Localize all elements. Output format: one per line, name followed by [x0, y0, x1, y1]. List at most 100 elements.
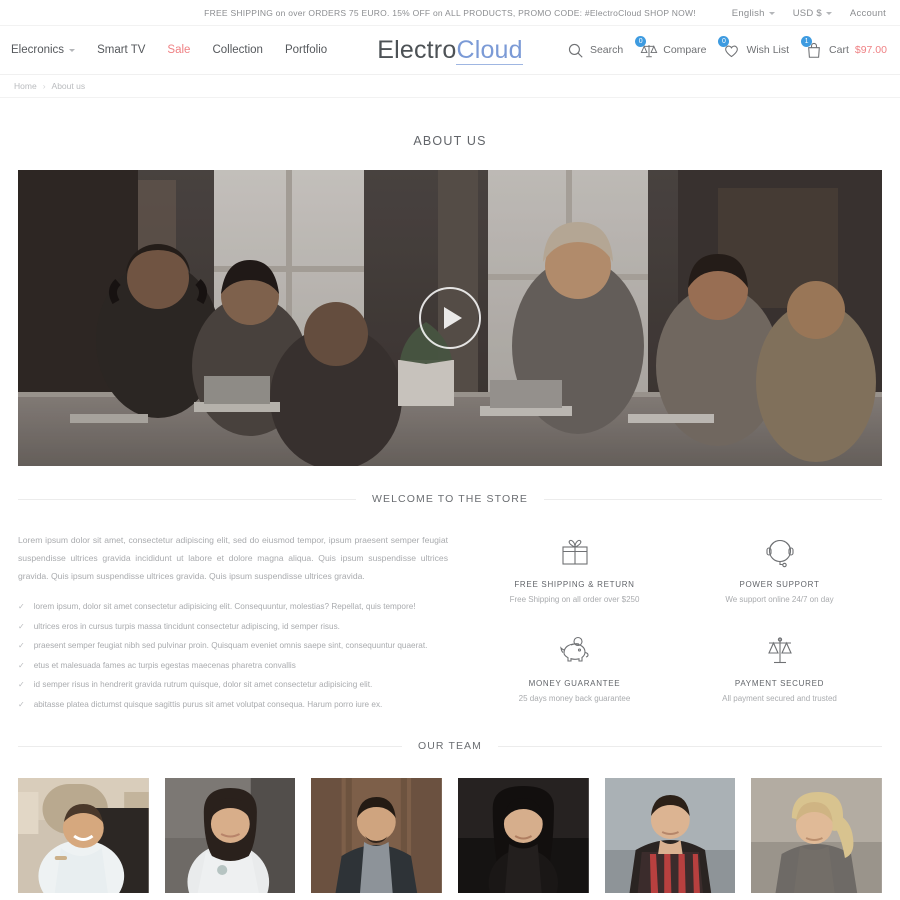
feature-desc: Free Shipping on all order over $250 — [509, 595, 640, 604]
account-label: Account — [849, 7, 886, 19]
feature-payment-secured: PAYMENT SECURED All payment secured and … — [677, 632, 882, 715]
chevron-down-icon — [825, 11, 832, 15]
check-icon: ✓ — [18, 660, 25, 670]
nav-item-sale[interactable]: Sale — [167, 44, 190, 56]
check-icon: ✓ — [18, 699, 25, 709]
check-icon: ✓ — [18, 641, 25, 650]
breadcrumb-home[interactable]: Home — [14, 81, 37, 91]
team-member: Amanda Brown Project Manager — [164, 778, 296, 900]
avatar[interactable] — [604, 778, 736, 893]
nav-item-elecronics[interactable]: Elecronics — [11, 44, 76, 56]
feature-title: MONEY GUARANTEE — [528, 678, 621, 688]
welcome-section: Lorem ipsum dolor sit amet, consectetur … — [18, 531, 882, 714]
welcome-text-column: Lorem ipsum dolor sit amet, consectetur … — [18, 531, 448, 714]
list-item: ✓ praesent semper feugiat nibh sed pulvi… — [18, 636, 448, 656]
feature-money-guarantee: MONEY GUARANTEE 25 days money back guara… — [472, 632, 677, 715]
feature-title: PAYMENT SECURED — [734, 678, 825, 688]
feature-title: POWER SUPPORT — [739, 580, 820, 589]
divider-left — [18, 745, 402, 747]
team-grid: Nile Hernandez CEO Amanda Brown Project … — [18, 778, 883, 900]
scales-icon — [677, 632, 882, 670]
nav-label: Smart TV — [97, 44, 146, 56]
feature-free-shipping: FREE SHIPPING & RETURN Free Shipping on … — [472, 533, 677, 616]
top-announcement-bar: FREE SHIPPING on over ORDERS 75 EURO. 15… — [0, 0, 900, 26]
compare-icon: 0 — [635, 35, 658, 59]
heart-icon: 0 — [718, 35, 740, 59]
team-member: Den Armstrong Team Lead — [311, 778, 443, 900]
avatar[interactable] — [751, 778, 883, 893]
nav-item-portfolio[interactable]: Portfolio — [285, 44, 327, 56]
team-member: Maria Leche Developer — [751, 778, 883, 900]
shopping-bag-icon: 1 — [801, 35, 823, 59]
search-icon — [567, 42, 584, 59]
avatar[interactable] — [18, 778, 149, 893]
compare-label: Compare — [663, 44, 707, 56]
site-logo[interactable]: ElectroCloud — [377, 36, 523, 65]
currency-selector[interactable]: USD $ — [793, 8, 832, 19]
team-member: Nile Hernandez CEO — [18, 778, 149, 900]
search-label: Search — [589, 44, 624, 56]
cart-label: Cart — [829, 44, 849, 56]
language-label: English — [731, 7, 765, 19]
welcome-paragraph: Lorem ipsum dolor sit amet, consectetur … — [18, 535, 448, 581]
features-grid: FREE SHIPPING & RETURN Free Shipping on … — [472, 531, 882, 714]
check-icon: ✓ — [18, 680, 25, 689]
wishlist-button[interactable]: 0 Wish List — [718, 35, 790, 59]
compare-badge: 0 — [635, 35, 647, 47]
team-member: Alex Baker Software Engineering — [604, 778, 736, 900]
piggy-bank-icon — [472, 632, 677, 670]
nav-item-collection[interactable]: Collection — [212, 44, 263, 56]
play-button-icon[interactable] — [419, 287, 481, 349]
list-item-text: abitasse platea dictumst quisque sagitti… — [33, 699, 383, 709]
list-item: ✓ ultrices eros in cursus turpis massa t… — [18, 617, 448, 637]
logo-text-electro: Electro — [377, 36, 457, 64]
nav-label: Collection — [212, 44, 263, 56]
logo-text-cloud: Cloud — [456, 36, 523, 65]
currency-label: USD $ — [792, 7, 822, 19]
chevron-down-icon — [69, 48, 76, 52]
avatar[interactable] — [164, 778, 296, 893]
list-item-text: ultrices eros in cursus turpis massa tin… — [33, 621, 340, 631]
feature-desc: We support online 24/7 on day — [725, 595, 834, 604]
feature-title: FREE SHIPPING & RETURN — [514, 580, 635, 589]
nav-label: Sale — [167, 44, 191, 56]
chevron-down-icon — [768, 11, 775, 15]
account-link[interactable]: Account — [850, 8, 886, 19]
list-item-text: etus et malesuada fames ac turpis egesta… — [33, 660, 296, 670]
team-heading-text: OUR TEAM — [417, 740, 483, 752]
list-item-text: praesent semper feugiat nibh sed pulvina… — [33, 641, 428, 650]
cart-button[interactable]: 1 Cart $97.00 — [801, 35, 887, 59]
page-title: ABOUT US — [413, 134, 487, 148]
welcome-bullet-list: ✓ lorem ipsum, dolor sit amet consectetu… — [18, 597, 448, 714]
feature-desc: All payment secured and trusted — [722, 693, 837, 703]
header-actions: Search 0 Compare 0 Wish List 1 Cart $97.… — [567, 35, 900, 59]
wishlist-badge: 0 — [718, 35, 730, 47]
cart-total: $97.00 — [854, 44, 887, 56]
check-icon: ✓ — [18, 621, 25, 631]
feature-desc: 25 days money back guarantee — [518, 693, 631, 703]
list-item: ✓ lorem ipsum, dolor sit amet consectetu… — [18, 597, 448, 617]
breadcrumb-separator: › — [42, 81, 46, 91]
gift-icon — [472, 533, 677, 571]
nav-label: Elecronics — [11, 44, 65, 56]
divider-right — [544, 498, 882, 500]
hero-video-banner[interactable] — [18, 170, 882, 466]
avatar[interactable] — [311, 778, 443, 893]
promo-text: FREE SHIPPING on over ORDERS 75 EURO. 15… — [204, 7, 696, 18]
avatar[interactable] — [458, 778, 589, 893]
language-selector[interactable]: English — [732, 8, 775, 19]
list-item: ✓ abitasse platea dictumst quisque sagit… — [18, 695, 448, 715]
welcome-section-heading: WELCOME TO THE STORE — [18, 493, 882, 505]
team-member: Anna Wood Designer — [458, 778, 589, 900]
wishlist-label: Wish List — [746, 44, 790, 56]
check-icon: ✓ — [18, 602, 25, 611]
divider-right — [498, 745, 882, 747]
search-button[interactable]: Search — [567, 42, 623, 59]
nav-item-smart-tv[interactable]: Smart TV — [97, 44, 145, 56]
compare-button[interactable]: 0 Compare — [635, 35, 707, 59]
feature-power-support: POWER SUPPORT We support online 24/7 on … — [677, 533, 882, 616]
breadcrumb: Home › About us — [0, 75, 900, 98]
site-header: Elecronics Smart TV Sale Collection Port… — [0, 26, 900, 75]
cart-badge: 1 — [801, 35, 813, 47]
breadcrumb-current: About us — [51, 81, 86, 91]
